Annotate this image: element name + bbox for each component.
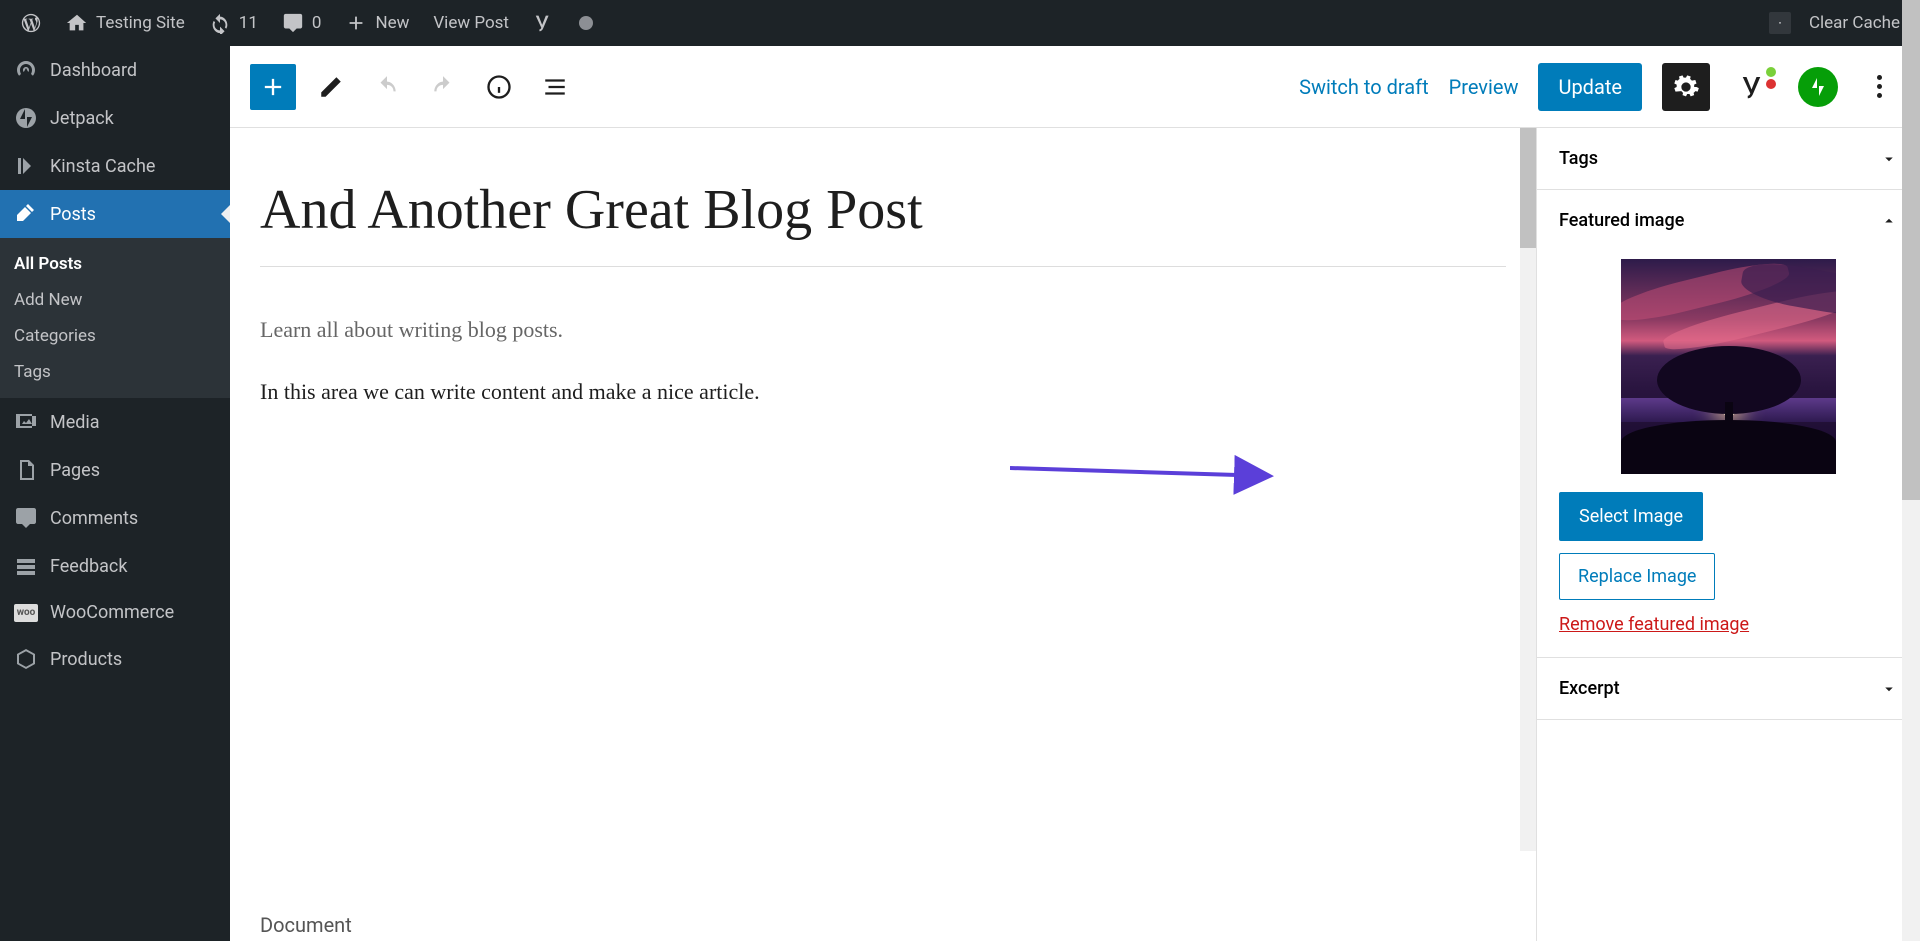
info-button[interactable] — [478, 66, 520, 108]
updates[interactable]: 11 — [197, 0, 270, 46]
comments-count: 0 — [312, 13, 322, 33]
admin-bar: Testing Site 11 0 New View Post Clear Ca… — [0, 0, 1920, 46]
annotation-arrow — [1010, 428, 1290, 508]
page-scrollbar[interactable] — [1902, 0, 1920, 941]
posts-label: Posts — [50, 204, 96, 225]
jetpack-label: Jetpack — [50, 108, 114, 129]
tags-panel-toggle[interactable]: Tags — [1537, 128, 1920, 189]
updates-count: 11 — [239, 13, 258, 33]
submenu-categories[interactable]: Categories — [0, 318, 230, 354]
menu-kinsta[interactable]: Kinsta Cache — [0, 142, 230, 190]
yoast-button[interactable] — [1730, 63, 1778, 111]
site-home[interactable]: Testing Site — [54, 0, 197, 46]
replace-image-button[interactable]: Replace Image — [1559, 553, 1715, 600]
chevron-up-icon — [1880, 212, 1898, 230]
clear-cache-label: Clear Cache — [1809, 13, 1900, 33]
undo-button[interactable] — [366, 66, 408, 108]
admin-sidebar: Dashboard Jetpack Kinsta Cache Posts All… — [0, 46, 230, 941]
editor-canvas[interactable]: And Another Great Blog Post Learn all ab… — [230, 128, 1536, 941]
outline-button[interactable] — [534, 66, 576, 108]
kebab-icon — [1877, 75, 1882, 98]
more-options-button[interactable] — [1858, 66, 1900, 108]
woo-label: WooCommerce — [50, 602, 174, 623]
status-dot-icon — [579, 16, 593, 30]
view-post-label: View Post — [433, 13, 509, 33]
status-indicator — [567, 0, 605, 46]
featured-image-panel-toggle[interactable]: Featured image — [1537, 190, 1920, 251]
admin-comments[interactable]: 0 — [270, 0, 334, 46]
dashboard-label: Dashboard — [50, 60, 137, 81]
menu-woocommerce[interactable]: woo WooCommerce — [0, 590, 230, 635]
yoast-icon — [533, 12, 555, 34]
editor-toolbar: Switch to draft Preview Update — [230, 46, 1920, 128]
menu-pages[interactable]: Pages — [0, 446, 230, 494]
woo-icon: woo — [14, 604, 38, 622]
block-editor: Switch to draft Preview Update And Anoth… — [230, 46, 1920, 941]
settings-gear-button[interactable] — [1662, 63, 1710, 111]
tags-panel-label: Tags — [1559, 148, 1598, 169]
new-label: New — [375, 13, 409, 33]
excerpt-panel-toggle[interactable]: Excerpt — [1537, 658, 1920, 719]
add-block-button[interactable] — [250, 64, 296, 110]
yoast-red-dot — [1766, 79, 1776, 89]
excerpt-panel-label: Excerpt — [1559, 678, 1620, 699]
settings-sidebar: Tags Featured image — [1536, 128, 1920, 941]
new-content[interactable]: New — [333, 0, 421, 46]
paragraph-block[interactable]: In this area we can write content and ma… — [260, 379, 1506, 405]
media-label: Media — [50, 412, 100, 433]
site-name-label: Testing Site — [96, 13, 185, 33]
switch-to-draft-button[interactable]: Switch to draft — [1299, 75, 1429, 99]
featured-image-label: Featured image — [1559, 210, 1684, 231]
select-image-button[interactable]: Select Image — [1559, 492, 1703, 541]
redo-button[interactable] — [422, 66, 464, 108]
view-post[interactable]: View Post — [421, 0, 521, 46]
wordpress-icon — [20, 12, 42, 34]
featured-image-thumbnail[interactable] — [1621, 259, 1836, 474]
tools-button[interactable] — [310, 66, 352, 108]
submenu-all-posts[interactable]: All Posts — [0, 246, 230, 282]
yoast-adminbar[interactable] — [521, 0, 567, 46]
remove-featured-image-link[interactable]: Remove featured image — [1559, 614, 1898, 635]
chevron-down-icon — [1880, 150, 1898, 168]
menu-posts[interactable]: Posts — [0, 190, 230, 238]
document-tab[interactable]: Document — [260, 895, 352, 941]
yoast-green-dot — [1766, 67, 1776, 77]
submenu-tags[interactable]: Tags — [0, 354, 230, 390]
paragraph-block[interactable]: Learn all about writing blog posts. — [260, 317, 1506, 343]
chevron-down-icon — [1880, 680, 1898, 698]
menu-dashboard[interactable]: Dashboard — [0, 46, 230, 94]
refresh-icon — [209, 12, 231, 34]
menu-jetpack[interactable]: Jetpack — [0, 94, 230, 142]
comment-icon — [282, 12, 304, 34]
pages-label: Pages — [50, 460, 100, 481]
post-title[interactable]: And Another Great Blog Post — [260, 178, 1506, 267]
menu-comments[interactable]: Comments — [0, 494, 230, 542]
kinsta-label: Kinsta Cache — [50, 156, 155, 177]
update-button[interactable]: Update — [1538, 63, 1642, 111]
menu-feedback[interactable]: Feedback — [0, 542, 230, 590]
plus-icon — [345, 12, 367, 34]
canvas-scrollbar[interactable] — [1520, 128, 1536, 851]
menu-products[interactable]: Products — [0, 635, 230, 683]
products-label: Products — [50, 649, 122, 670]
comments-label: Comments — [50, 508, 138, 529]
clear-cache[interactable]: Clear Cache — [1757, 0, 1912, 46]
wp-logo[interactable] — [8, 0, 54, 46]
jetpack-button[interactable] — [1798, 67, 1838, 107]
cache-icon — [1769, 12, 1791, 34]
menu-media[interactable]: Media — [0, 398, 230, 446]
posts-submenu: All Posts Add New Categories Tags — [0, 238, 230, 398]
preview-button[interactable]: Preview — [1449, 75, 1519, 99]
home-icon — [66, 12, 88, 34]
feedback-label: Feedback — [50, 556, 127, 577]
submenu-add-new[interactable]: Add New — [0, 282, 230, 318]
